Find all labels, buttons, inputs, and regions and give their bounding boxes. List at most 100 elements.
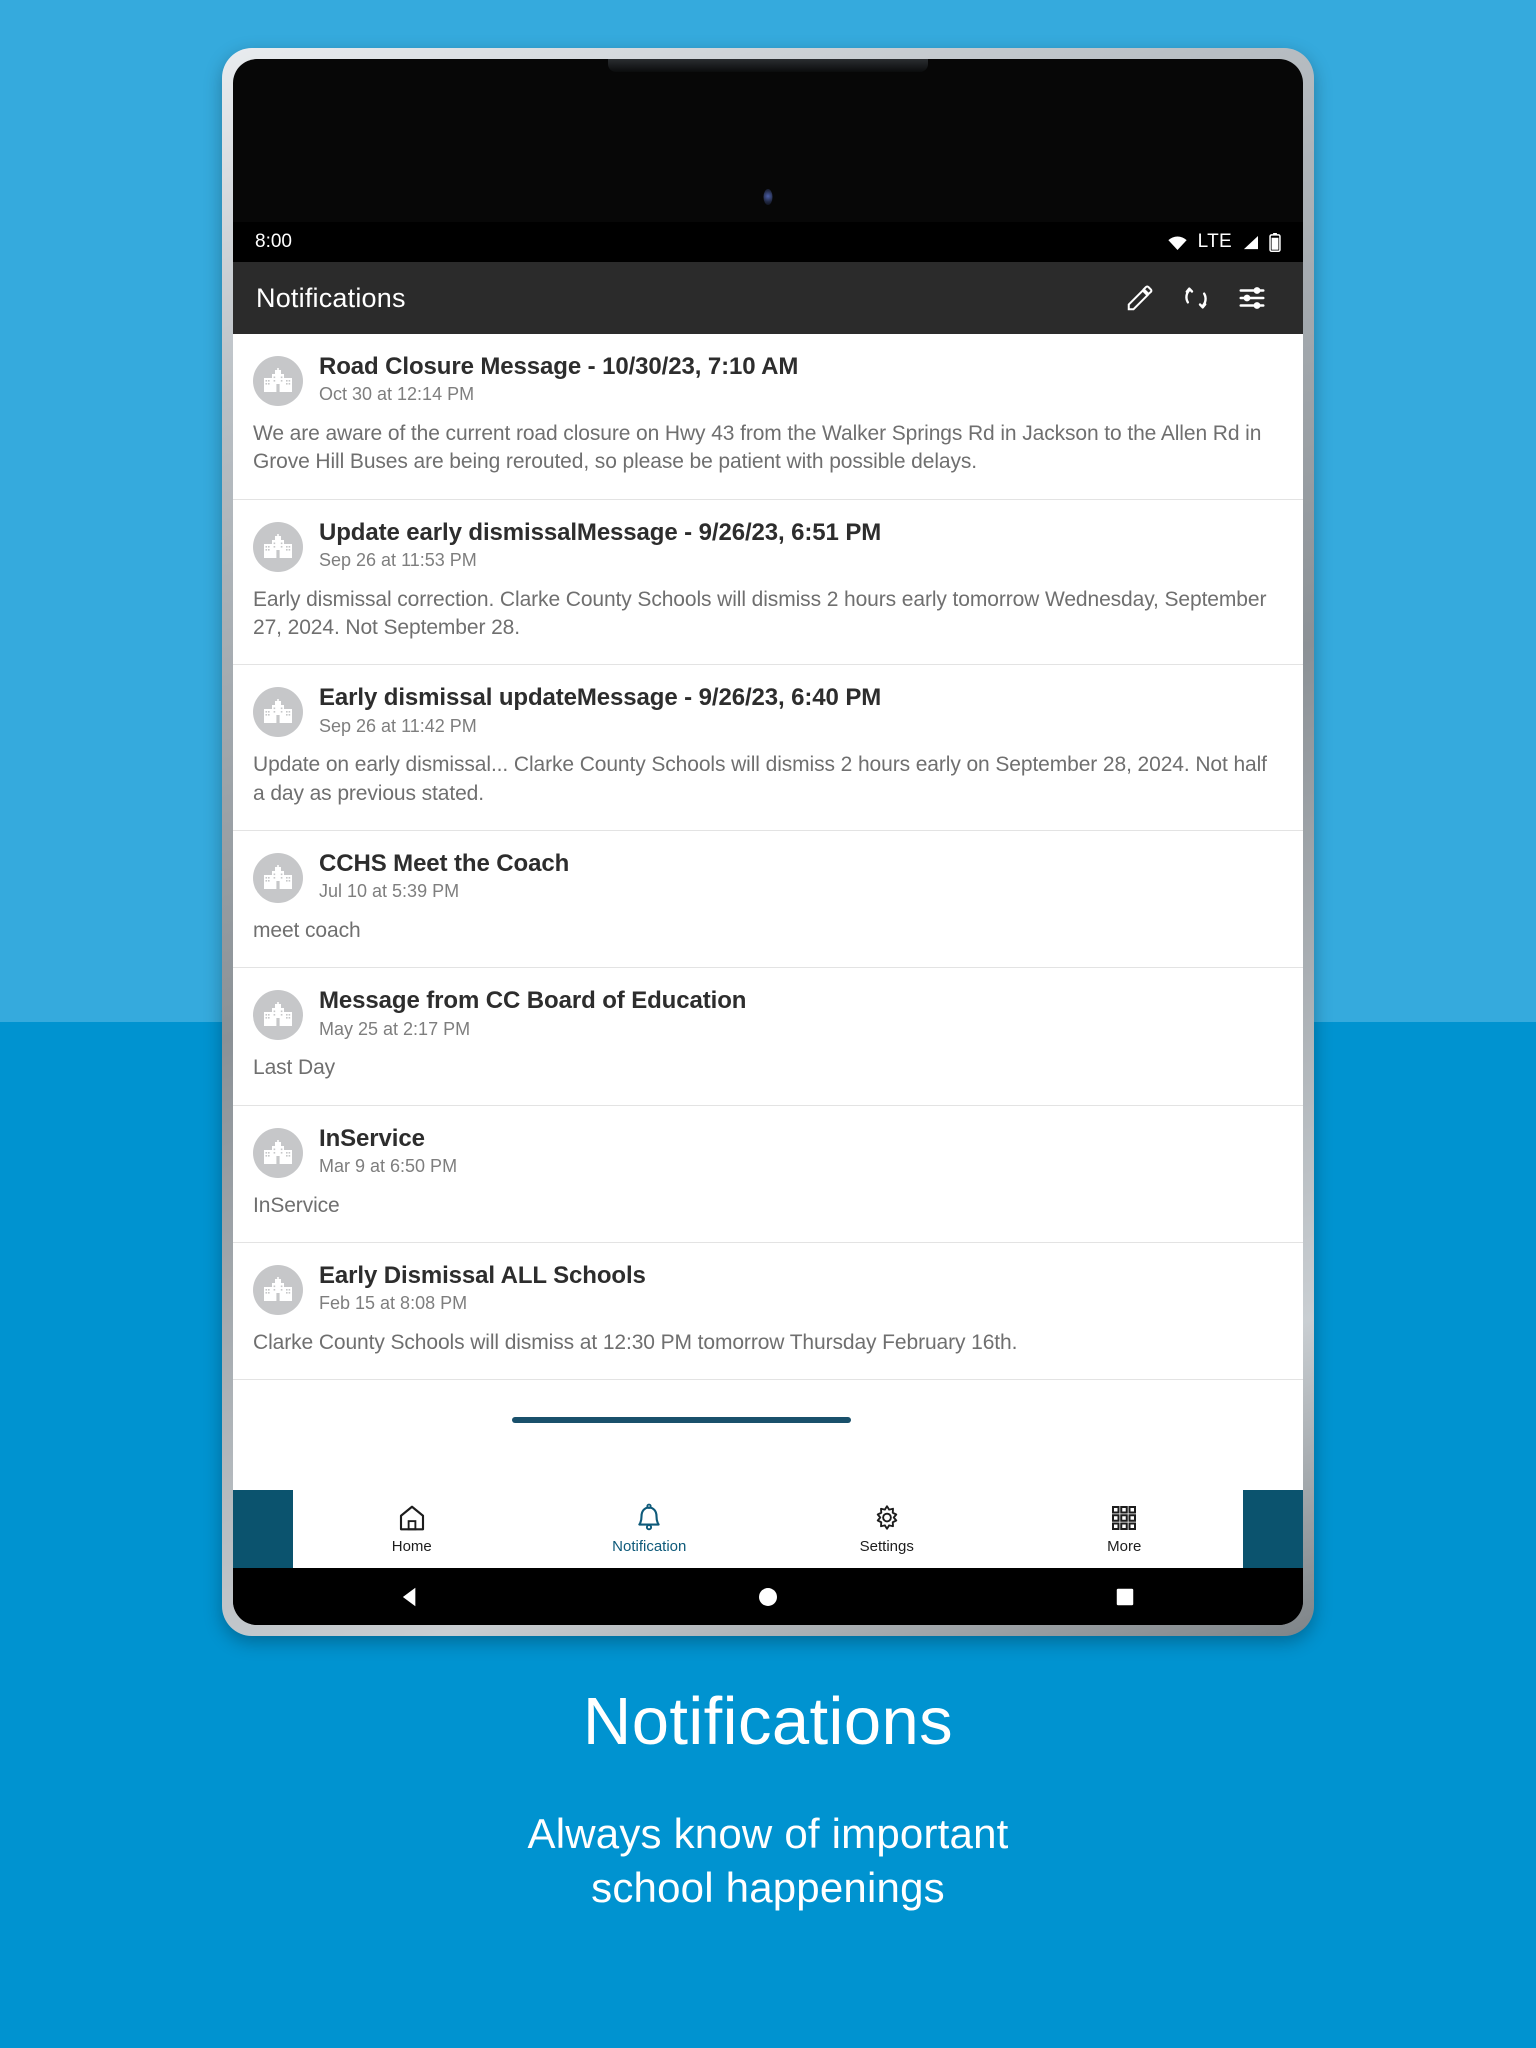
gear-icon bbox=[876, 1505, 897, 1530]
signal-icon bbox=[1243, 235, 1258, 249]
notification-list[interactable]: Road Closure Message - 10/30/23, 7:10 AM… bbox=[233, 334, 1303, 1568]
notification-header: CCHS Meet the Coach Jul 10 at 5:39 PM bbox=[253, 849, 1283, 904]
notification-body: meet coach bbox=[253, 919, 361, 943]
building-glyph-icon bbox=[264, 1277, 292, 1302]
system-recents-button[interactable] bbox=[1092, 1568, 1158, 1625]
notification-meta: Update early dismissalMessage - 9/26/23,… bbox=[319, 518, 881, 571]
home-icon bbox=[399, 1505, 424, 1531]
notification-item[interactable]: Early Dismissal ALL Schools Feb 15 at 8:… bbox=[233, 1243, 1303, 1381]
status-time: 8:00 bbox=[255, 231, 292, 252]
nav-label-more: More bbox=[1107, 1538, 1142, 1555]
bottom-navigation-bar: Home Notification Settings More bbox=[233, 1490, 1303, 1568]
nav-label-settings: Settings bbox=[859, 1538, 914, 1555]
nav-item-more[interactable]: More bbox=[1006, 1503, 1244, 1555]
notification-header: Update early dismissalMessage - 9/26/23,… bbox=[253, 518, 1283, 572]
notification-header: Early Dismissal ALL Schools Feb 15 at 8:… bbox=[253, 1261, 1283, 1316]
notification-item[interactable]: Update early dismissalMessage - 9/26/23,… bbox=[233, 500, 1303, 666]
notification-date: May 25 at 2:17 PM bbox=[319, 1018, 471, 1039]
notification-title: Road Closure Message - 10/30/23, 7:10 AM bbox=[319, 353, 799, 380]
bell-icon bbox=[638, 1503, 660, 1531]
notification-title: Update early dismissalMessage - 9/26/23,… bbox=[319, 518, 882, 546]
school-building-icon bbox=[253, 356, 303, 406]
notification-meta: Early Dismissal ALL Schools Feb 15 at 8:… bbox=[319, 1261, 646, 1314]
nav-item-settings[interactable]: Settings bbox=[768, 1503, 1006, 1555]
home-circle-icon bbox=[758, 1587, 777, 1606]
notification-item[interactable]: Message from CC Board of Education May 2… bbox=[233, 968, 1303, 1106]
status-icons: LTE bbox=[1167, 231, 1281, 253]
notification-body: We are aware of the current road closure… bbox=[253, 422, 1262, 474]
notification-title: Message from CC Board of Education bbox=[319, 987, 747, 1015]
notification-date: Jul 10 at 5:39 PM bbox=[319, 881, 460, 902]
notification-header: Early dismissal updateMessage - 9/26/23,… bbox=[253, 683, 1283, 738]
school-building-icon bbox=[253, 687, 303, 738]
status-bar: 8:00 LTE bbox=[233, 222, 1303, 262]
building-glyph-icon bbox=[264, 1002, 292, 1027]
grid-icon bbox=[1112, 1506, 1137, 1530]
notification-body: Clarke County Schools will dismiss at 12… bbox=[253, 1331, 1018, 1355]
notification-header: Road Closure Message - 10/30/23, 7:10 AM… bbox=[253, 352, 1283, 406]
notification-date: Sep 26 at 11:42 PM bbox=[319, 715, 477, 736]
notification-title: Early Dismissal ALL Schools bbox=[319, 1262, 646, 1290]
notification-header: InService Mar 9 at 6:50 PM bbox=[253, 1124, 1283, 1178]
nav-label-notification: Notification bbox=[612, 1538, 687, 1555]
notification-body: InService bbox=[253, 1193, 340, 1217]
nav-label-home: Home bbox=[391, 1538, 432, 1555]
network-type-label: LTE bbox=[1197, 231, 1232, 252]
bottom-navigation-items: Home Notification Settings More bbox=[293, 1490, 1243, 1568]
refresh-button[interactable] bbox=[1168, 270, 1224, 326]
filter-icon bbox=[1239, 287, 1265, 309]
refresh-icon bbox=[1185, 287, 1207, 309]
device-screen: 8:00 LTE Notifications Road Closure Mess… bbox=[233, 59, 1303, 1625]
battery-icon bbox=[1269, 232, 1281, 252]
system-back-button[interactable] bbox=[378, 1568, 444, 1625]
building-glyph-icon bbox=[264, 368, 292, 392]
promo-caption: Notifications Always know of important s… bbox=[0, 1688, 1536, 1915]
building-glyph-icon bbox=[264, 865, 292, 890]
speaker-notch bbox=[608, 59, 928, 72]
edit-button[interactable] bbox=[1112, 270, 1168, 326]
front-camera-icon bbox=[763, 189, 773, 205]
notification-date: Feb 15 at 8:08 PM bbox=[319, 1293, 468, 1314]
notification-meta: Message from CC Board of Education May 2… bbox=[319, 986, 746, 1039]
building-glyph-icon bbox=[264, 533, 292, 558]
notification-item[interactable]: Early dismissal updateMessage - 9/26/23,… bbox=[233, 665, 1303, 832]
notification-title: Early dismissal updateMessage - 9/26/23,… bbox=[319, 684, 882, 712]
app-viewport: 8:00 LTE Notifications Road Closure Mess… bbox=[233, 222, 1303, 1568]
school-building-icon bbox=[253, 1127, 303, 1178]
scroll-position-indicator[interactable] bbox=[512, 1417, 851, 1423]
school-building-icon bbox=[253, 521, 303, 572]
nav-item-home[interactable]: Home bbox=[293, 1503, 531, 1555]
notification-meta: Early dismissal updateMessage - 9/26/23,… bbox=[319, 683, 881, 736]
back-icon bbox=[403, 1587, 416, 1606]
nav-item-notification[interactable]: Notification bbox=[531, 1503, 769, 1555]
notification-meta: CCHS Meet the Coach Jul 10 at 5:39 PM bbox=[319, 849, 569, 902]
notification-header: Message from CC Board of Education May 2… bbox=[253, 986, 1283, 1041]
caption-subtitle-line-1: Always know of important bbox=[527, 1810, 1009, 1857]
school-building-icon bbox=[253, 1265, 303, 1316]
notification-item[interactable]: CCHS Meet the Coach Jul 10 at 5:39 PM me… bbox=[233, 831, 1303, 969]
school-building-icon bbox=[253, 990, 303, 1041]
notification-body: Update on early dismissal... Clarke Coun… bbox=[253, 753, 1267, 805]
notification-date: Oct 30 at 12:14 PM bbox=[319, 384, 475, 405]
notification-title: CCHS Meet the Coach bbox=[319, 850, 570, 878]
edit-icon bbox=[1127, 285, 1153, 311]
caption-title: Notifications bbox=[582, 1684, 954, 1759]
page-title: Notifications bbox=[256, 282, 406, 313]
building-glyph-icon bbox=[264, 699, 292, 724]
android-system-nav bbox=[233, 1568, 1303, 1625]
system-home-button[interactable] bbox=[735, 1568, 801, 1625]
caption-subtitle-line-2: school happenings bbox=[591, 1863, 945, 1911]
school-building-icon bbox=[253, 853, 303, 904]
notification-body: Last Day bbox=[253, 1056, 336, 1080]
notification-body: Early dismissal correction. Clarke Count… bbox=[253, 587, 1267, 640]
filter-button[interactable] bbox=[1224, 270, 1280, 326]
notification-title: InService bbox=[319, 1124, 425, 1152]
recents-square-icon bbox=[1116, 1588, 1133, 1605]
notification-item[interactable]: Road Closure Message - 10/30/23, 7:10 AM… bbox=[233, 334, 1303, 500]
notification-meta: Road Closure Message - 10/30/23, 7:10 AM… bbox=[319, 352, 798, 405]
building-glyph-icon bbox=[264, 1139, 292, 1164]
app-bar: Notifications bbox=[233, 262, 1303, 334]
caption-subtitle: Always know of important school happenin… bbox=[0, 1807, 1536, 1915]
notification-date: Mar 9 at 6:50 PM bbox=[319, 1156, 458, 1177]
notification-item[interactable]: InService Mar 9 at 6:50 PM InService bbox=[233, 1106, 1303, 1244]
